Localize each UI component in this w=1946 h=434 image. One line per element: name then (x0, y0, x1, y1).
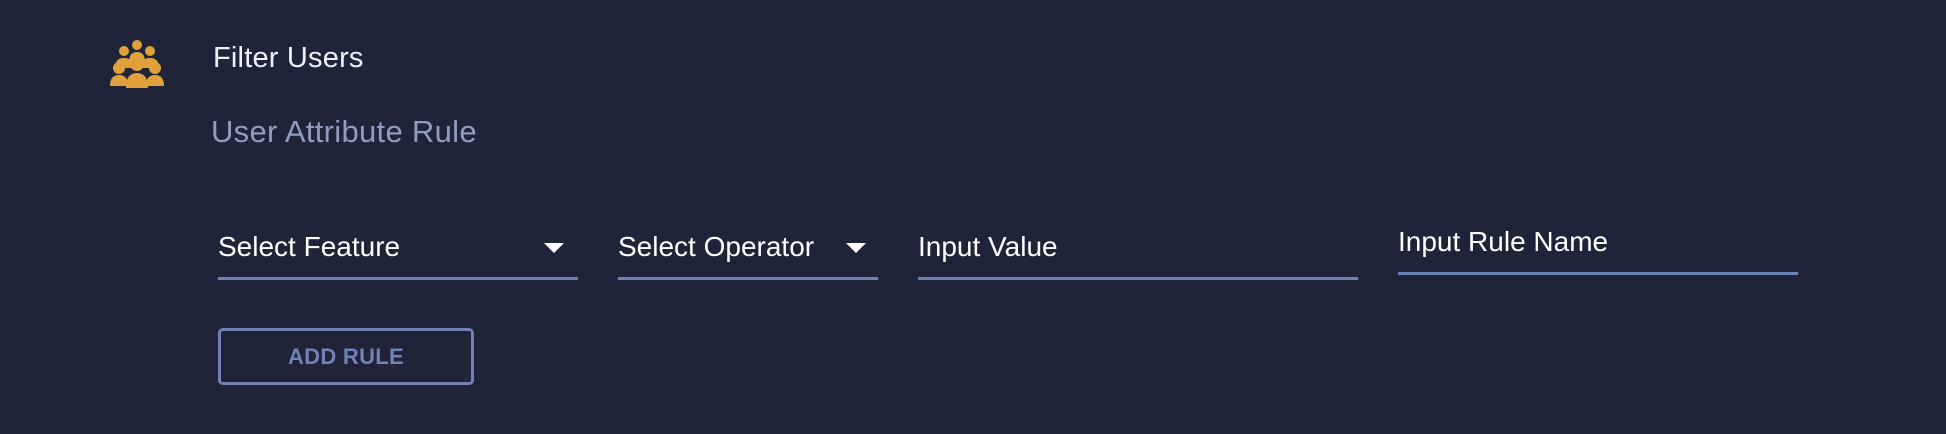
operator-select[interactable]: Select Operator (618, 220, 878, 280)
chevron-down-icon (846, 243, 866, 253)
page-title: Filter Users (213, 42, 364, 74)
value-input-placeholder: Input Value (918, 231, 1058, 262)
chevron-down-icon (544, 243, 564, 253)
feature-select-label: Select Feature (218, 231, 401, 262)
value-input[interactable]: Input Value (918, 220, 1358, 280)
users-group-icon (110, 40, 164, 88)
operator-select-label: Select Operator (618, 231, 815, 262)
feature-select[interactable]: Select Feature (218, 220, 578, 280)
rule-name-input-placeholder: Input Rule Name (1398, 226, 1609, 257)
filter-users-panel: Filter Users User Attribute Rule Select … (0, 0, 1946, 434)
rule-name-input[interactable]: Input Rule Name (1398, 215, 1798, 275)
add-rule-button[interactable]: ADD RULE (218, 328, 474, 385)
rule-section-title: User Attribute Rule (211, 114, 477, 149)
